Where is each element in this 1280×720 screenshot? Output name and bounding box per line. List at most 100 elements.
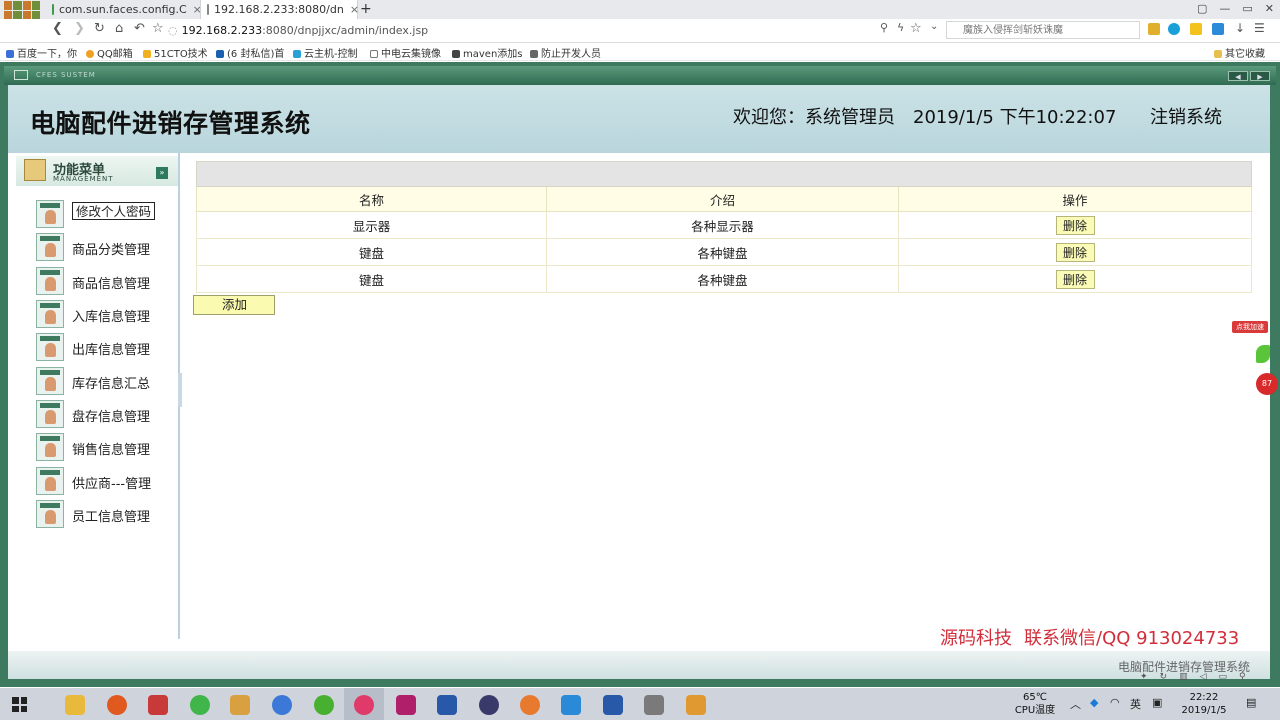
search-icon[interactable]: ⚲: [1239, 672, 1246, 682]
cpu-temp-label: CPU温度: [1014, 705, 1056, 716]
build-icon[interactable]: [644, 695, 664, 715]
sidebar-item-stock-out[interactable]: 出库信息管理: [36, 333, 176, 361]
sidebar-item-inventory-summary[interactable]: 库存信息汇总: [36, 367, 176, 395]
sublime-icon[interactable]: [437, 695, 457, 715]
window-controls: ▢ — ▭ ✕: [1197, 2, 1274, 15]
home-icon[interactable]: ⌂: [115, 21, 123, 36]
window-icon[interactable]: ▭: [1219, 672, 1228, 682]
close-window-icon[interactable]: ✕: [1265, 2, 1274, 15]
undo-icon[interactable]: ↶: [134, 21, 145, 36]
star-icon[interactable]: ☆: [152, 21, 164, 36]
network-icon[interactable]: [272, 695, 292, 715]
scroll-right-button[interactable]: ▶: [1250, 71, 1270, 81]
bookmark-item[interactable]: 云主机-控制: [293, 45, 358, 60]
browser-tab-bar: com.sun.faces.config.C × 192.168.2.233:8…: [0, 0, 1280, 19]
bookmark-star-icon[interactable]: ☆: [910, 21, 922, 36]
sidebar-item-sales[interactable]: 销售信息管理: [36, 433, 176, 461]
reload-icon[interactable]: ↻: [94, 21, 105, 36]
bookmark-item[interactable]: (6 封私信)首: [216, 45, 284, 60]
floating-speedup-widget[interactable]: 点我加速 87: [1232, 321, 1278, 403]
file-explorer-icon[interactable]: [65, 695, 85, 715]
lightning-icon[interactable]: ϟ: [897, 21, 904, 34]
sidebar-splitter[interactable]: [178, 373, 182, 407]
translate-icon[interactable]: [1212, 23, 1224, 35]
restore-icon[interactable]: ▢: [1197, 2, 1207, 15]
tab-close-icon[interactable]: ×: [350, 3, 359, 16]
scroll-left-button[interactable]: ◀: [1228, 71, 1248, 81]
tools-icon[interactable]: [230, 695, 250, 715]
sync-icon[interactable]: ↻: [1160, 672, 1168, 682]
system-clock[interactable]: 22:22 2019/1/5: [1178, 691, 1230, 717]
editor-icon[interactable]: [603, 695, 623, 715]
bookmark-item[interactable]: 百度一下，你: [6, 45, 77, 60]
media-icon[interactable]: [520, 695, 540, 715]
url-field[interactable]: ◌ 192.168.2.233:8080/dnpjjxc/admin/index.…: [168, 22, 942, 39]
help-icon[interactable]: [686, 695, 706, 715]
sidebar-item-label: 商品分类管理: [72, 243, 151, 258]
bookmark-item[interactable]: 防止开发人员: [530, 45, 601, 60]
url-path: :8080/dnpjjxc/admin/index.jsp: [262, 24, 429, 37]
back-icon[interactable]: ❮: [52, 21, 63, 36]
wifi-icon[interactable]: ◠: [1110, 696, 1120, 709]
tray-q-icon[interactable]: ▣: [1152, 696, 1162, 709]
browser-tab-2-active[interactable]: 192.168.2.233:8080/dn ×: [200, 0, 359, 19]
bookmark-item[interactable]: 中电云集镜像: [370, 45, 441, 60]
search-input[interactable]: 魔族入侵挥剑斩妖诛魔: [946, 21, 1140, 39]
sidebar-item-change-password[interactable]: 修改个人密码: [36, 200, 176, 228]
pin-icon[interactable]: ✦: [1140, 672, 1148, 682]
bookmark-item[interactable]: 51CTO技术: [143, 45, 208, 60]
frog-icon[interactable]: [314, 695, 334, 715]
coupon-icon[interactable]: [1190, 23, 1202, 35]
clock-time: 22:22: [1189, 692, 1219, 703]
maximize-icon[interactable]: ▭: [1242, 2, 1252, 15]
tray-expand-icon[interactable]: ︿: [1070, 696, 1081, 712]
chrome-icon[interactable]: [354, 695, 374, 715]
speed-badge[interactable]: 87: [1256, 373, 1278, 395]
menu-icon[interactable]: ☰: [1254, 21, 1265, 35]
zoom-icon[interactable]: ⚲: [880, 21, 888, 34]
eclipse-icon[interactable]: [479, 695, 499, 715]
delete-button[interactable]: 删除: [1055, 269, 1095, 289]
folder-app-icon[interactable]: [561, 695, 581, 715]
intellij-icon[interactable]: [396, 695, 416, 715]
browser-tab-1[interactable]: com.sun.faces.config.C ×: [52, 0, 202, 19]
minimize-icon[interactable]: —: [1219, 2, 1230, 15]
sidebar-item-product[interactable]: 商品信息管理: [36, 267, 176, 295]
sidebar-item-stocktake[interactable]: 盘存信息管理: [36, 400, 176, 428]
watermark-contact: 联系微信/QQ 913024733: [1024, 628, 1240, 649]
apps-icon[interactable]: [1148, 23, 1160, 35]
download-icon[interactable]: ↓: [1235, 21, 1245, 35]
user-card-icon: [36, 233, 64, 261]
app-icon[interactable]: [148, 695, 168, 715]
firefox-icon[interactable]: [107, 695, 127, 715]
other-bookmarks[interactable]: 其它收藏: [1214, 45, 1265, 60]
speedup-tag[interactable]: 点我加速: [1232, 321, 1268, 333]
add-button[interactable]: 添加: [193, 295, 275, 315]
column-header-name: 名称: [196, 186, 547, 212]
bookmark-item[interactable]: QQ邮箱: [86, 45, 133, 60]
extension-icon[interactable]: [1168, 23, 1180, 35]
collapse-icon[interactable]: »: [156, 167, 168, 179]
windows-start-icon[interactable]: [12, 697, 27, 712]
wechat-icon[interactable]: [190, 695, 210, 715]
ime-indicator[interactable]: 英: [1130, 696, 1141, 712]
bookmark-item[interactable]: maven添加s: [452, 45, 523, 60]
tray-app-icon[interactable]: ◆: [1090, 696, 1098, 709]
trash-icon[interactable]: ▥: [1179, 672, 1188, 682]
delete-button[interactable]: 删除: [1055, 242, 1095, 262]
cell-description: 各种显示器: [546, 211, 899, 239]
notification-icon[interactable]: ▤: [1246, 696, 1256, 709]
delete-button[interactable]: 删除: [1055, 215, 1095, 235]
sidebar-item-employee[interactable]: 员工信息管理: [36, 500, 176, 528]
logout-link[interactable]: 注销系统: [1150, 103, 1222, 129]
sound-icon[interactable]: ◁: [1200, 672, 1207, 682]
forward-icon[interactable]: ❯: [74, 21, 85, 36]
cpu-temp-widget[interactable]: 65℃ CPU温度: [1012, 691, 1058, 717]
sidebar-item-stock-in[interactable]: 入库信息管理: [36, 300, 176, 328]
user-info: 欢迎您：系统管理员 2019/1/5 下午10:22:07: [733, 103, 1134, 129]
sidebar-item-category[interactable]: 商品分类管理: [36, 233, 176, 261]
sidebar-item-supplier[interactable]: 供应商---管理: [36, 467, 176, 495]
user-card-icon: [36, 333, 64, 361]
chevron-down-icon[interactable]: ⌄: [930, 21, 938, 32]
new-tab-button[interactable]: +: [360, 0, 372, 18]
